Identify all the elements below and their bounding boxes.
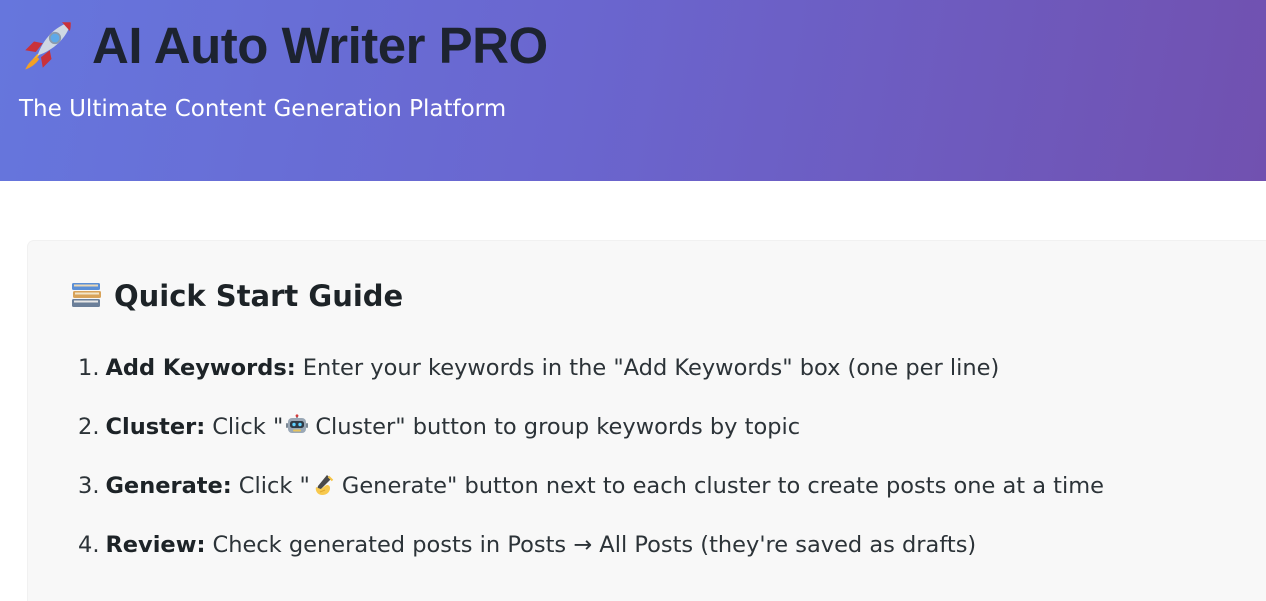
robot-icon [286, 414, 309, 433]
steps-list: 1. Add Keywords: Enter your keywords in … [78, 355, 1104, 591]
step-label: Review: [105, 532, 206, 558]
step-text-after: Generate" button next to each cluster to… [341, 473, 1105, 499]
step-text-before: Click " [238, 473, 310, 499]
step-number: 1. [78, 355, 100, 381]
step-text: Enter your keywords in the "Add Keywords… [302, 355, 1000, 381]
step-text-after: Cluster" button to group keywords by top… [315, 414, 801, 440]
writing-hand-icon [315, 475, 334, 495]
app-subtitle: The Ultimate Content Generation Platform [19, 96, 507, 122]
step-number: 4. [78, 532, 100, 558]
list-item: 1. Add Keywords: Enter your keywords in … [78, 355, 1104, 414]
step-label: Cluster: [105, 414, 206, 440]
page-header: AI Auto Writer PRO The Ultimate Content … [0, 0, 1266, 181]
books-icon [72, 283, 101, 307]
step-label: Generate: [105, 473, 232, 499]
step-label: Add Keywords: [105, 355, 296, 381]
step-text: Check generated posts in Posts → All Pos… [212, 532, 977, 558]
app-title: AI Auto Writer PRO [92, 16, 548, 74]
step-text-before: Click " [212, 414, 284, 440]
guide-heading: Quick Start Guide [70, 279, 403, 313]
step-number: 2. [78, 414, 100, 440]
rocket-icon [25, 22, 71, 70]
list-item: 2. Cluster: Click " Cluster" button to g… [78, 414, 1104, 473]
step-number: 3. [78, 473, 100, 499]
list-item: 3. Generate: Click " Generate" button ne… [78, 473, 1104, 532]
quick-start-guide: Quick Start Guide 1. Add Keywords: Enter… [28, 241, 1266, 601]
list-item: 4. Review: Check generated posts in Post… [78, 532, 1104, 591]
guide-title: Quick Start Guide [114, 279, 404, 313]
page-title: AI Auto Writer PRO [20, 14, 548, 76]
